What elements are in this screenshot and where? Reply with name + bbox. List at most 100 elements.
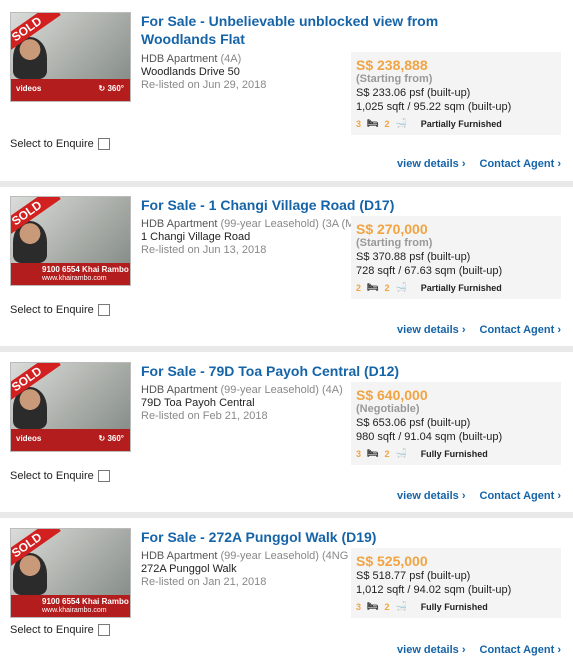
view-details-link[interactable]: view details ›	[397, 324, 465, 336]
bed-count: 3	[356, 601, 362, 612]
bed-icon: 🛏	[367, 282, 379, 292]
bath-count: 2	[384, 448, 390, 459]
contact-agent-link[interactable]: Contact Agent ›	[480, 324, 561, 336]
media-bar: 9100 6554 Khai Rambo www.khairambo.com	[11, 263, 130, 285]
address: Woodlands Drive 50	[141, 66, 240, 78]
bed-icon: 🛏	[367, 448, 379, 458]
psf: S$ 518.77 psf (built-up)	[356, 570, 471, 582]
price-box: S$ 525,000 S$ 518.77 psf (built-up) 1,01…	[351, 548, 561, 618]
listing-title[interactable]: For Sale - Unbelievable unblocked view f…	[141, 12, 441, 48]
agent-phone: 9100 6554 Khai Rambo	[42, 597, 129, 606]
select-label: Select to Enquire	[10, 624, 94, 636]
price-note: (Negotiable)	[356, 403, 420, 415]
listed-date: Re-listed on Jun 29, 2018	[141, 79, 267, 91]
rotate-360-icon: ↻ 360°	[98, 84, 124, 93]
videos-label: videos	[16, 434, 42, 443]
bath-count: 2	[384, 118, 390, 129]
room-info: 3 🛏 2 🛁 Partially Furnished	[356, 118, 561, 129]
listing-actions: view details › Contact Agent ›	[397, 158, 561, 170]
furnishing: Partially Furnished	[420, 282, 502, 293]
media-bar: 9100 6554 Khai Rambo www.khairambo.com	[11, 595, 130, 617]
bath-icon: 🛁	[395, 118, 407, 128]
bath-icon: 🛁	[395, 448, 407, 458]
property-type-note: (99-year Leasehold) (4A)	[217, 384, 343, 396]
price: S$ 525,000	[356, 553, 428, 569]
separator	[0, 512, 573, 518]
room-info: 2 🛏 2 🛁 Partially Furnished	[356, 282, 561, 293]
view-details-link[interactable]: view details ›	[397, 644, 465, 656]
listed-date: Re-listed on Feb 21, 2018	[141, 410, 268, 422]
property-type: HDB Apartment	[141, 53, 218, 65]
listing-details: HDB Apartment (99-year Leasehold) (4A) 7…	[141, 384, 343, 423]
select-to-enquire[interactable]: Select to Enquire	[10, 138, 110, 150]
rotate-360-icon: ↻ 360°	[98, 434, 124, 443]
bath-count: 2	[384, 282, 390, 293]
bed-icon: 🛏	[367, 118, 379, 128]
bed-count: 3	[356, 118, 362, 129]
select-label: Select to Enquire	[10, 304, 94, 316]
psf: S$ 370.88 psf (built-up)	[356, 251, 471, 263]
listing-card: SOLD videos ↻ 360° For Sale - 79D Toa Pa…	[0, 362, 573, 512]
area: 980 sqft / 91.04 sqm (built-up)	[356, 431, 503, 443]
price-box: S$ 270,000 (Starting from) S$ 370.88 psf…	[351, 216, 561, 299]
enquire-checkbox[interactable]	[97, 304, 110, 316]
agent-website: www.khairambo.com	[42, 275, 107, 282]
price-note: (Starting from)	[356, 73, 433, 85]
media-bar: videos ↻ 360°	[11, 429, 130, 451]
select-to-enquire[interactable]: Select to Enquire	[10, 304, 110, 316]
agent-website: www.khairambo.com	[42, 607, 107, 614]
view-details-link[interactable]: view details ›	[397, 490, 465, 502]
videos-label: videos	[16, 84, 42, 93]
furnishing: Fully Furnished	[420, 448, 488, 459]
select-to-enquire[interactable]: Select to Enquire	[10, 470, 110, 482]
enquire-checkbox[interactable]	[97, 470, 110, 482]
view-details-link[interactable]: view details ›	[397, 158, 465, 170]
contact-agent-link[interactable]: Contact Agent ›	[480, 158, 561, 170]
price-box: S$ 640,000 (Negotiable) S$ 653.06 psf (b…	[351, 382, 561, 465]
enquire-checkbox[interactable]	[97, 624, 110, 636]
select-to-enquire[interactable]: Select to Enquire	[10, 624, 110, 636]
bed-count: 3	[356, 448, 362, 459]
listing-details: HDB Apartment (4A) Woodlands Drive 50 Re…	[141, 53, 266, 92]
price: S$ 640,000	[356, 387, 428, 403]
bath-count: 2	[384, 601, 390, 612]
agent-phone: 9100 6554 Khai Rambo	[42, 265, 129, 274]
property-type: HDB Apartment	[141, 550, 218, 562]
furnishing: Fully Furnished	[420, 601, 488, 612]
select-label: Select to Enquire	[10, 470, 94, 482]
area: 728 sqft / 67.63 sqm (built-up)	[356, 265, 503, 277]
contact-agent-link[interactable]: Contact Agent ›	[480, 644, 561, 656]
room-info: 3 🛏 2 🛁 Fully Furnished	[356, 448, 561, 459]
room-info: 3 🛏 2 🛁 Fully Furnished	[356, 601, 561, 612]
furnishing: Partially Furnished	[420, 118, 502, 129]
price-note: (Starting from)	[356, 237, 433, 249]
area: 1,025 sqft / 95.22 sqm (built-up)	[356, 101, 512, 113]
property-type-note: (4A)	[217, 53, 242, 65]
listing-title[interactable]: For Sale - 79D Toa Payoh Central (D12)	[141, 362, 441, 380]
listing-title[interactable]: For Sale - 1 Changi Village Road (D17)	[141, 196, 441, 214]
bath-icon: 🛁	[395, 282, 407, 292]
listing-actions: view details › Contact Agent ›	[397, 324, 561, 336]
listing-card: SOLD 9100 6554 Khai Rambo www.khairambo.…	[0, 528, 573, 664]
listing-photo[interactable]: SOLD 9100 6554 Khai Rambo www.khairambo.…	[10, 196, 131, 286]
psf: S$ 233.06 psf (built-up)	[356, 87, 471, 99]
address: 79D Toa Payoh Central	[141, 397, 255, 409]
price-box: S$ 238,888 (Starting from) S$ 233.06 psf…	[351, 52, 561, 135]
property-type: HDB Apartment	[141, 384, 218, 396]
bed-count: 2	[356, 282, 362, 293]
listing-photo[interactable]: SOLD videos ↻ 360°	[10, 362, 131, 452]
listing-photo[interactable]: SOLD 9100 6554 Khai Rambo www.khairambo.…	[10, 528, 131, 618]
media-bar: videos ↻ 360°	[11, 79, 130, 101]
listing-photo[interactable]: SOLD videos ↻ 360°	[10, 12, 131, 102]
contact-agent-link[interactable]: Contact Agent ›	[480, 490, 561, 502]
select-label: Select to Enquire	[10, 138, 94, 150]
separator	[0, 181, 573, 187]
separator	[0, 346, 573, 352]
listing-card: SOLD videos ↻ 360° For Sale - Unbelievab…	[0, 12, 573, 172]
psf: S$ 653.06 psf (built-up)	[356, 417, 471, 429]
listing-actions: view details › Contact Agent ›	[397, 490, 561, 502]
listing-title[interactable]: For Sale - 272A Punggol Walk (D19)	[141, 528, 441, 546]
property-type: HDB Apartment	[141, 218, 218, 230]
enquire-checkbox[interactable]	[97, 138, 110, 150]
area: 1,012 sqft / 94.02 sqm (built-up)	[356, 584, 512, 596]
